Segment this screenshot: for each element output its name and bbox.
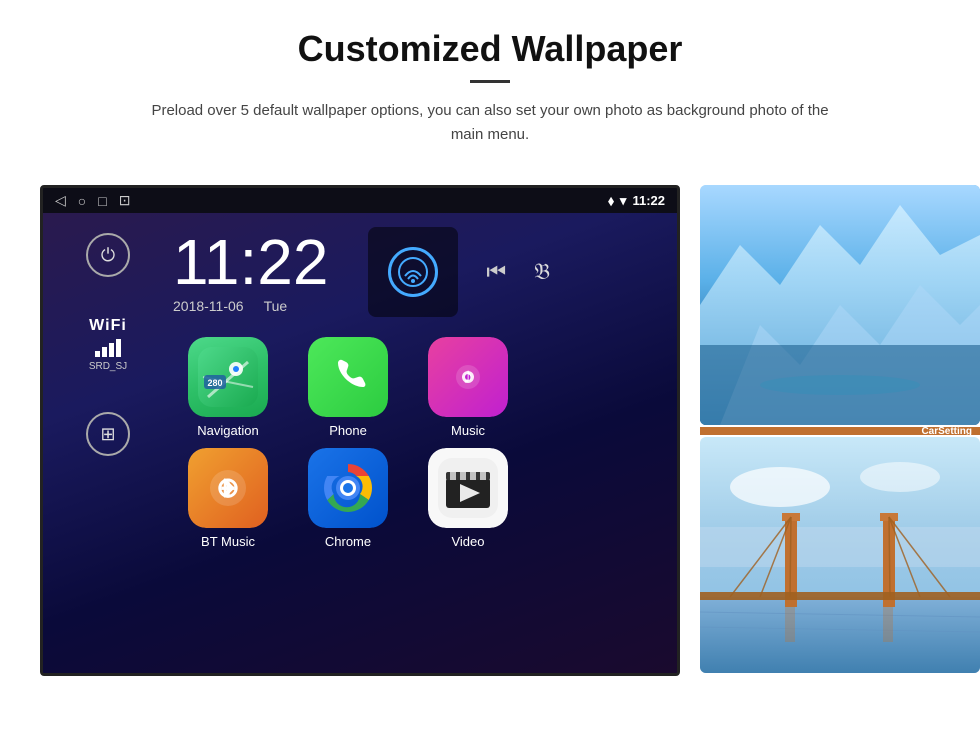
content-area: ◁ ○ □ ⊡ ⬧ ▾ 11:22 ⏻ WiFi: [0, 165, 980, 696]
main-area: 11:22 2018-11-06 Tue: [173, 213, 677, 673]
wifi-bar-1: [95, 351, 100, 357]
app-video-label: Video: [451, 534, 484, 549]
music-icon-svg: ♪: [444, 353, 492, 401]
app-music-label: Music: [451, 423, 485, 438]
svg-text:⊕: ⊕: [216, 472, 239, 503]
clock-date: 2018-11-06 Tue: [173, 298, 287, 314]
status-right: ⬧ ▾ 11:22: [608, 193, 665, 209]
media-signal-svg: [395, 254, 431, 290]
clock-block: 11:22 2018-11-06 Tue: [173, 230, 328, 314]
video-icon-bg: [428, 448, 508, 528]
power-button[interactable]: ⏻: [86, 233, 130, 277]
ice-svg: [700, 185, 980, 425]
bluetooth-indicator: 𝔅: [534, 259, 550, 285]
wifi-bar-4: [116, 339, 121, 357]
page-subtitle: Preload over 5 default wallpaper options…: [140, 99, 840, 147]
carsetting-strip: CarSetting: [700, 427, 980, 435]
nav-map-bg: 280: [188, 337, 268, 417]
app-chrome-label: Chrome: [325, 534, 371, 549]
clock-section: 11:22 2018-11-06 Tue: [173, 213, 677, 327]
android-screen: ◁ ○ □ ⊡ ⬧ ▾ 11:22 ⏻ WiFi: [40, 185, 680, 676]
page-header: Customized Wallpaper Preload over 5 defa…: [0, 0, 980, 165]
location-icon: ⬧: [608, 193, 614, 209]
bt-icon-svg: ⊕: [203, 463, 253, 513]
svg-text:♪: ♪: [463, 363, 474, 388]
clock-time: 11:22: [173, 230, 328, 294]
photo-panels: CarSetting: [700, 185, 980, 673]
media-icon: [388, 247, 438, 297]
page-title: Customized Wallpaper: [80, 28, 900, 70]
status-left: ◁ ○ □ ⊡: [55, 192, 130, 209]
skip-prev-button[interactable]: ⏮: [486, 259, 506, 285]
screenshot-nav-icon[interactable]: ⊡: [119, 192, 131, 209]
app-navigation[interactable]: 280 Navigation: [173, 337, 283, 438]
carsetting-strip-label: CarSetting: [921, 426, 972, 437]
app-phone-label: Phone: [329, 423, 367, 438]
status-bar: ◁ ○ □ ⊡ ⬧ ▾ 11:22: [43, 188, 677, 213]
wifi-status-icon: ▾: [620, 193, 627, 209]
screen-body: ⏻ WiFi SRD_SJ ⊞: [43, 213, 677, 673]
clock-date-value: 2018-11-06: [173, 298, 244, 314]
bridge-svg: [700, 437, 980, 673]
wifi-bar-2: [102, 347, 107, 357]
wifi-bar-3: [109, 343, 114, 357]
app-navigation-label: Navigation: [197, 423, 258, 438]
apps-grid-button[interactable]: ⊞: [86, 412, 130, 456]
phone-icon-svg: [326, 355, 370, 399]
phone-icon-bg: [308, 337, 388, 417]
home-nav-icon[interactable]: ○: [78, 193, 86, 209]
photo-ice-bg: [700, 185, 980, 425]
wifi-bars: [95, 339, 121, 357]
title-divider: [470, 80, 510, 83]
status-time: 11:22: [632, 193, 665, 208]
app-music[interactable]: ♪ Music: [413, 337, 523, 438]
wifi-ssid: SRD_SJ: [89, 361, 127, 372]
svg-text:280: 280: [207, 378, 222, 388]
app-chrome[interactable]: Chrome: [293, 448, 403, 549]
video-icon-svg: [438, 458, 498, 518]
music-icon-bg: ♪: [428, 337, 508, 417]
nav-map-svg: 280: [198, 347, 258, 407]
clock-day: Tue: [264, 298, 288, 314]
page-wrapper: Customized Wallpaper Preload over 5 defa…: [0, 0, 980, 696]
app-bt-music[interactable]: ⊕ BT Music: [173, 448, 283, 549]
wifi-block: WiFi SRD_SJ: [89, 317, 127, 372]
app-grid: 280 Navigation: [173, 327, 677, 559]
chrome-icon-bg: [308, 448, 388, 528]
photo-bridge-bottom: [700, 437, 980, 673]
left-sidebar: ⏻ WiFi SRD_SJ ⊞: [43, 213, 173, 673]
app-phone[interactable]: Phone: [293, 337, 403, 438]
app-bt-music-label: BT Music: [201, 534, 255, 549]
media-widget: [368, 227, 458, 317]
app-video[interactable]: Video: [413, 448, 523, 549]
recents-nav-icon[interactable]: □: [98, 193, 106, 209]
chrome-icon-svg: [318, 458, 378, 518]
wifi-label: WiFi: [89, 317, 127, 335]
back-nav-icon[interactable]: ◁: [55, 192, 66, 209]
bt-icon-bg: ⊕: [188, 448, 268, 528]
photo-ice-top: [700, 185, 980, 425]
